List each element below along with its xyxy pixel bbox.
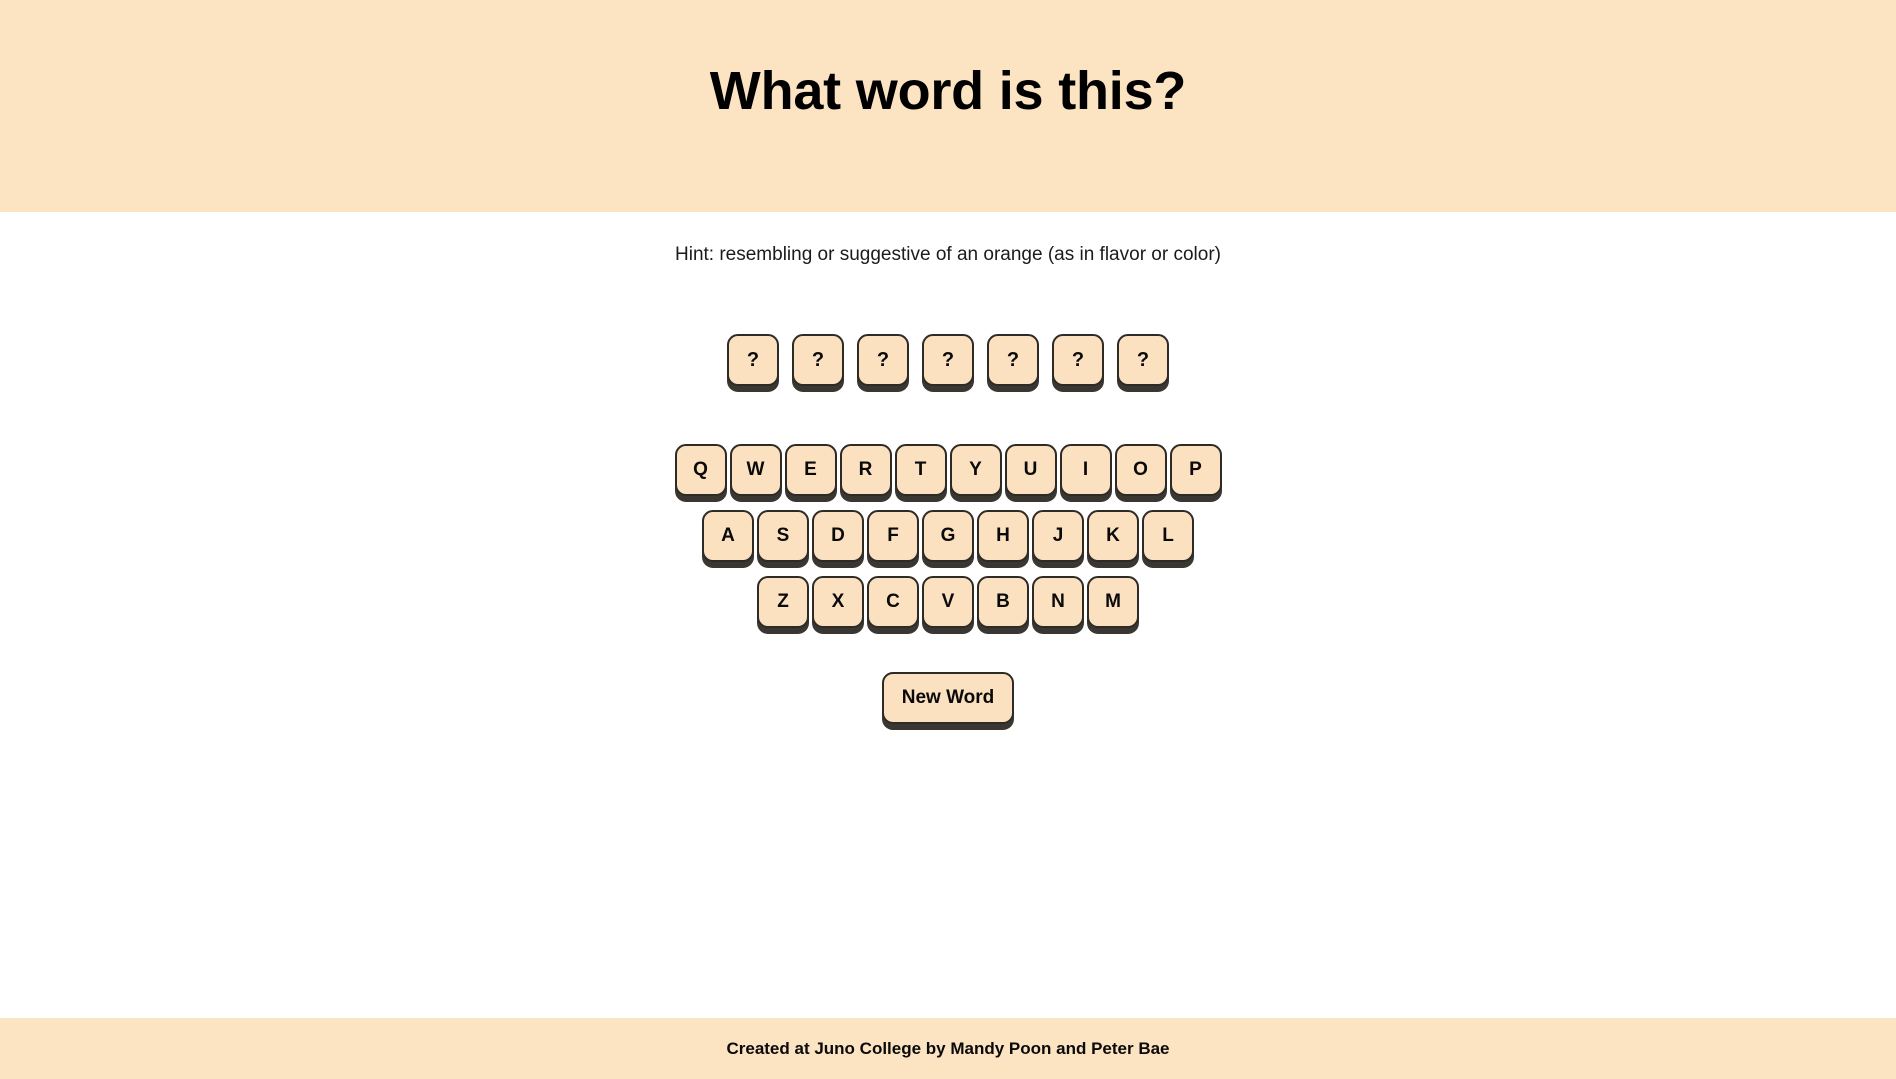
keyboard-row: QWERTYUIOP: [674, 443, 1222, 496]
new-word-button-container: New Word: [881, 671, 1015, 724]
key-q[interactable]: Q: [674, 443, 727, 496]
key-z[interactable]: Z: [757, 575, 809, 628]
key-n[interactable]: N: [1032, 575, 1084, 628]
new-word-button[interactable]: New Word: [881, 671, 1015, 724]
key-a[interactable]: A: [702, 509, 754, 562]
key-t[interactable]: T: [894, 443, 947, 496]
key-s[interactable]: S: [757, 509, 809, 562]
key-y[interactable]: Y: [949, 443, 1002, 496]
answer-tile: ?: [987, 333, 1039, 386]
footer-credit-text: Created at Juno College by Mandy Poon an…: [726, 1038, 1170, 1058]
key-i[interactable]: I: [1059, 443, 1112, 496]
page-title: What word is this?: [709, 61, 1187, 121]
key-u[interactable]: U: [1004, 443, 1057, 496]
answer-tile: ?: [792, 333, 844, 386]
hint-text: Hint: resembling or suggestive of an ora…: [675, 244, 1221, 265]
key-h[interactable]: H: [977, 509, 1029, 562]
key-x[interactable]: X: [812, 575, 864, 628]
key-l[interactable]: L: [1142, 509, 1194, 562]
key-c[interactable]: C: [867, 575, 919, 628]
answer-tile: ?: [922, 333, 974, 386]
answer-tile: ?: [1117, 333, 1169, 386]
keyboard-row: ASDFGHJKL: [702, 509, 1194, 562]
site-footer: Created at Juno College by Mandy Poon an…: [0, 1018, 1896, 1079]
answer-word-row: ???????: [727, 333, 1169, 386]
key-v[interactable]: V: [922, 575, 974, 628]
site-header: What word is this?: [0, 0, 1896, 212]
key-f[interactable]: F: [867, 509, 919, 562]
on-screen-keyboard: QWERTYUIOPASDFGHJKLZXCVBNM: [674, 443, 1222, 628]
key-r[interactable]: R: [839, 443, 892, 496]
key-p[interactable]: P: [1169, 443, 1222, 496]
answer-tile: ?: [1052, 333, 1104, 386]
key-m[interactable]: M: [1087, 575, 1139, 628]
answer-tile: ?: [727, 333, 779, 386]
key-o[interactable]: O: [1114, 443, 1167, 496]
key-k[interactable]: K: [1087, 509, 1139, 562]
keyboard-row: ZXCVBNM: [757, 575, 1139, 628]
key-d[interactable]: D: [812, 509, 864, 562]
key-w[interactable]: W: [729, 443, 782, 496]
key-e[interactable]: E: [784, 443, 837, 496]
answer-tile: ?: [857, 333, 909, 386]
main-content: Hint: resembling or suggestive of an ora…: [0, 212, 1896, 1018]
key-j[interactable]: J: [1032, 509, 1084, 562]
key-g[interactable]: G: [922, 509, 974, 562]
key-b[interactable]: B: [977, 575, 1029, 628]
